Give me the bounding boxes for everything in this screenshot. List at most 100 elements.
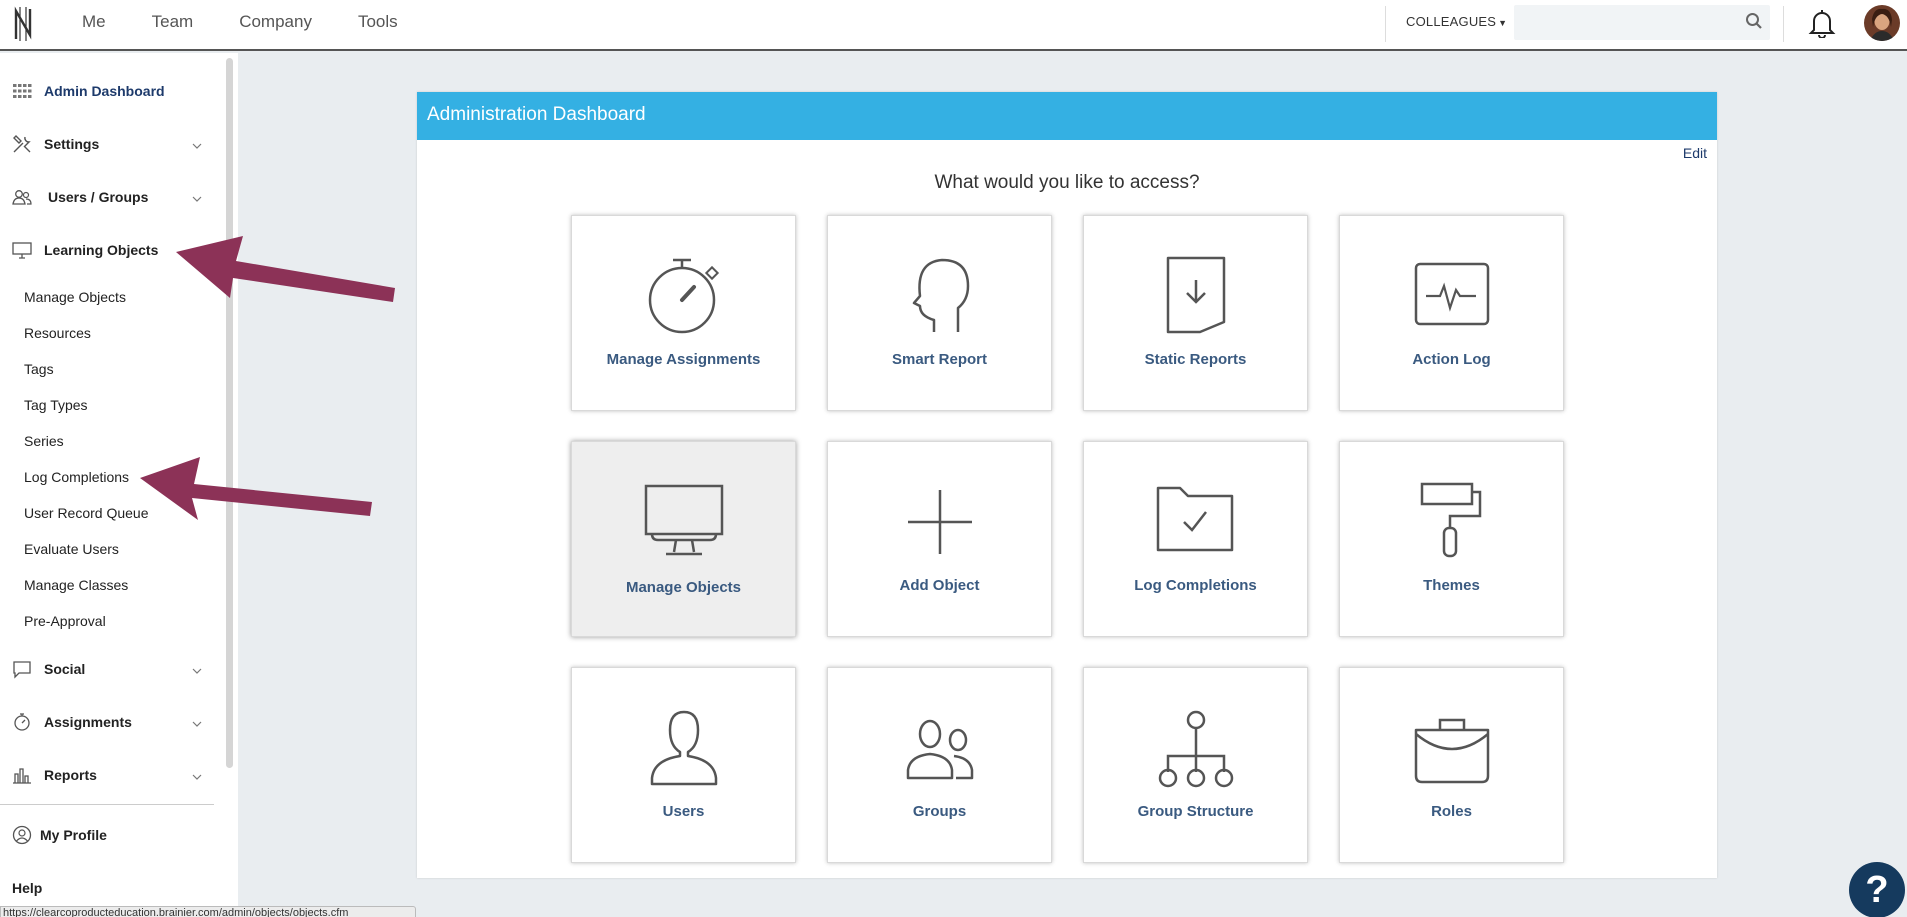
tile-label: Groups	[912, 803, 967, 820]
sidebar-scrollbar[interactable]	[226, 58, 233, 768]
tile-action-log[interactable]: Action Log	[1339, 215, 1564, 411]
tile-label: Static Reports	[1144, 351, 1247, 368]
sidebar-item-learning-objects[interactable]: Learning Objects	[12, 240, 158, 260]
stopwatch-icon	[648, 258, 720, 334]
tile-users[interactable]: Users	[571, 667, 796, 863]
sidebar-item-users-groups[interactable]: Users / Groups	[12, 187, 148, 207]
nav-tools[interactable]: Tools	[358, 12, 398, 32]
sidebar-subitem-evaluate-users[interactable]: Evaluate Users	[24, 541, 119, 557]
paint-roller-icon	[1420, 482, 1482, 558]
tile-label: Users	[662, 803, 705, 820]
briefcase-icon	[1414, 718, 1490, 784]
sidebar-subitem-manage-classes[interactable]: Manage Classes	[24, 577, 128, 593]
chevron-down-icon[interactable]	[192, 773, 202, 781]
sidebar-item-help[interactable]: Help	[12, 880, 42, 896]
tile-label: Manage Objects	[625, 579, 742, 596]
chevron-down-icon[interactable]	[192, 720, 202, 728]
sidebar-item-admin-dashboard[interactable]: Admin Dashboard	[12, 81, 165, 101]
search-icon[interactable]	[1745, 12, 1763, 30]
brand-logo[interactable]	[12, 5, 38, 43]
caret-down-icon: ▼	[1498, 18, 1508, 28]
tile-label: Manage Assignments	[606, 351, 761, 368]
sidebar-subitem-manage-objects[interactable]: Manage Objects	[24, 289, 126, 305]
tile-add-object[interactable]: Add Object	[827, 441, 1052, 637]
sidebar-subitem-tags[interactable]: Tags	[24, 361, 54, 377]
tile-label: Add Object	[899, 577, 980, 594]
sidebar-item-label: Settings	[44, 136, 100, 152]
users-icon	[12, 190, 32, 205]
tools-icon	[13, 135, 31, 153]
org-chart-icon	[1158, 710, 1234, 788]
sidebar-subitem-resources[interactable]: Resources	[24, 325, 91, 341]
stopwatch-icon	[14, 713, 30, 731]
sidebar-item-label: Reports	[44, 767, 97, 783]
sidebar-subitem-tag-types[interactable]: Tag Types	[24, 397, 88, 413]
top-bar: Me Team Company Tools COLLEAGUES ▼	[0, 0, 1907, 51]
monitor-icon	[644, 484, 724, 556]
tile-static-reports[interactable]: Static Reports	[1083, 215, 1308, 411]
tile-themes[interactable]: Themes	[1339, 441, 1564, 637]
sidebar-item-social[interactable]: Social	[12, 659, 85, 679]
tile-label: Group Structure	[1137, 803, 1254, 820]
tile-label: Roles	[1431, 803, 1472, 820]
group-icon	[906, 719, 974, 780]
status-url: https://clearcoproducteducation.brainier…	[0, 906, 416, 917]
avatar[interactable]	[1864, 5, 1900, 41]
tile-manage-assignments[interactable]: Manage Assignments	[571, 215, 796, 411]
sidebar-item-label: Social	[44, 661, 86, 677]
profile-icon	[12, 825, 32, 845]
sidebar-subitem-pre-approval[interactable]: Pre-Approval	[24, 613, 106, 629]
sidebar-item-label: Assignments	[44, 714, 132, 730]
colleagues-dropdown[interactable]: COLLEAGUES ▼	[1406, 14, 1507, 29]
sidebar-item-label: Learning Objects	[44, 242, 159, 258]
search-input[interactable]	[1514, 5, 1770, 40]
folder-check-icon	[1156, 486, 1234, 552]
tile-label: Action Log	[1412, 351, 1491, 368]
sidebar-item-settings[interactable]: Settings	[12, 134, 99, 154]
sidebar-item-my-profile[interactable]: My Profile	[12, 825, 107, 845]
sidebar-item-label: Admin Dashboard	[44, 83, 165, 99]
divider	[1783, 6, 1784, 42]
sidebar-item-label: Users / Groups	[48, 189, 149, 205]
tile-label: Themes	[1423, 577, 1480, 594]
tile-label: Log Completions	[1134, 577, 1257, 594]
tile-smart-report[interactable]: Smart Report	[827, 215, 1052, 411]
document-download-icon	[1166, 256, 1226, 334]
tile-label: Smart Report	[891, 351, 988, 368]
help-button[interactable]: ?	[1849, 862, 1905, 917]
tile-group-structure[interactable]: Group Structure	[1083, 667, 1308, 863]
sidebar	[0, 53, 238, 917]
chevron-down-icon[interactable]	[192, 142, 202, 150]
chevron-down-icon[interactable]	[192, 195, 202, 203]
nav-team[interactable]: Team	[152, 12, 194, 32]
tile-roles[interactable]: Roles	[1339, 667, 1564, 863]
tile-log-completions[interactable]: Log Completions	[1083, 441, 1308, 637]
sidebar-subitem-user-record-queue[interactable]: User Record Queue	[24, 505, 149, 521]
chevron-down-icon[interactable]	[192, 667, 202, 675]
chat-icon	[13, 661, 31, 679]
sidebar-item-label: My Profile	[40, 827, 107, 843]
bar-chart-icon	[13, 768, 31, 784]
grid-icon	[13, 84, 32, 98]
sidebar-subitem-series[interactable]: Series	[24, 433, 64, 449]
sidebar-divider	[0, 804, 214, 805]
divider	[1385, 6, 1386, 42]
tile-groups[interactable]: Groups	[827, 667, 1052, 863]
tile-manage-objects[interactable]: Manage Objects	[571, 441, 796, 637]
admin-dashboard-panel: Administration Dashboard Edit What would…	[417, 92, 1717, 878]
monitor-icon	[12, 242, 32, 259]
head-icon	[912, 258, 970, 332]
nav-company[interactable]: Company	[239, 12, 312, 32]
bell-icon[interactable]	[1808, 8, 1836, 38]
user-icon	[650, 710, 718, 786]
sidebar-item-reports[interactable]: Reports	[12, 765, 97, 785]
sidebar-item-assignments[interactable]: Assignments	[12, 712, 132, 732]
pulse-monitor-icon	[1414, 262, 1490, 326]
colleagues-label: COLLEAGUES	[1406, 14, 1497, 29]
edit-link[interactable]: Edit	[1683, 145, 1707, 161]
page-title: Administration Dashboard	[417, 92, 1717, 140]
sidebar-item-label: Help	[12, 880, 43, 896]
nav-me[interactable]: Me	[82, 12, 106, 32]
plus-icon	[908, 490, 972, 554]
sidebar-subitem-log-completions[interactable]: Log Completions	[24, 469, 129, 485]
